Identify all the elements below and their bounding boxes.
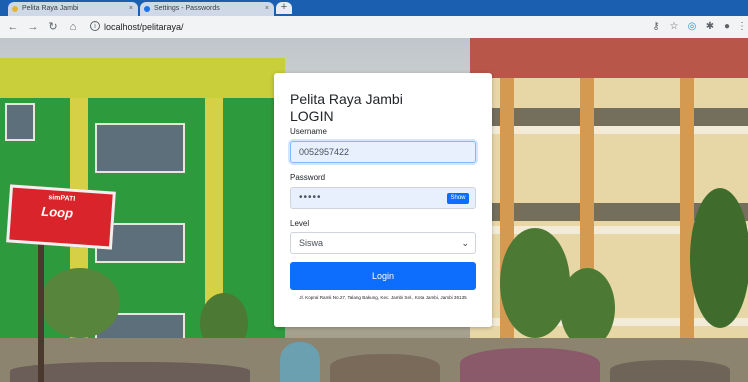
new-tab-button[interactable]: + [276,2,292,14]
extension-icon[interactable]: ◎ [686,20,698,34]
close-tab-icon[interactable]: × [265,2,269,15]
username-input[interactable]: 0052957422 [290,141,476,163]
tab-pelita-raya[interactable]: Pelita Raya Jambi × [8,2,138,16]
billboard-logo: Loop [40,203,74,221]
browser-tab-bar: Pelita Raya Jambi × Settings - Passwords… [0,0,748,16]
browser-toolbar: ← → ↻ ⌂ i localhost/pelitaraya/ ⚷ ☆ ◎ ✱ … [0,16,748,39]
menu-kebab-icon[interactable]: ⋮ [736,20,748,34]
show-password-button[interactable]: Show [447,193,469,204]
tab-label: Pelita Raya Jambi [22,5,79,12]
forward-arrow-icon[interactable]: → [26,19,40,35]
school-name: Pelita Raya Jambi [290,91,403,107]
tab-settings[interactable]: Settings - Passwords × [140,2,274,16]
back-arrow-icon[interactable]: ← [6,19,20,35]
billboard-pole [38,243,44,382]
billboard: simPATI Loop [6,184,116,250]
close-tab-icon[interactable]: × [129,2,133,15]
reload-icon[interactable]: ↻ [46,19,60,35]
tree [40,268,120,338]
school-address: Jl. Kopral Ramli No.27, Talang Bakung, K… [299,295,467,300]
password-mask: ••••• [299,192,322,203]
tree [690,188,748,328]
home-icon[interactable]: ⌂ [66,19,80,35]
extensions-puzzle-icon[interactable]: ✱ [704,20,716,34]
level-selected-value: Siswa [299,238,324,248]
key-icon[interactable]: ⚷ [650,20,662,34]
login-button[interactable]: Login [290,262,476,290]
password-label: Password [290,173,326,182]
login-heading: LOGIN [290,108,334,124]
bookmark-star-icon[interactable]: ☆ [668,20,680,34]
username-label: Username [290,127,327,136]
tree [500,228,570,338]
settings-gear-icon [144,6,150,12]
address-bar[interactable]: localhost/pelitaraya/ [104,20,184,34]
tab-label: Settings - Passwords [154,5,220,12]
level-label: Level [290,219,310,228]
info-icon[interactable]: i [90,21,100,31]
site-favicon-icon [12,6,18,12]
login-card: Pelita Raya Jambi LOGIN Username 0052957… [274,73,492,327]
tree [560,268,615,348]
schoolyard-ground [0,338,748,382]
chevron-down-icon: ⌄ [461,238,469,248]
billboard-text: simPATI [48,194,76,203]
password-input[interactable]: ••••• Show [290,187,476,209]
level-select[interactable]: Siswa ⌄ [290,232,476,254]
profile-avatar-icon[interactable]: ● [721,20,733,34]
